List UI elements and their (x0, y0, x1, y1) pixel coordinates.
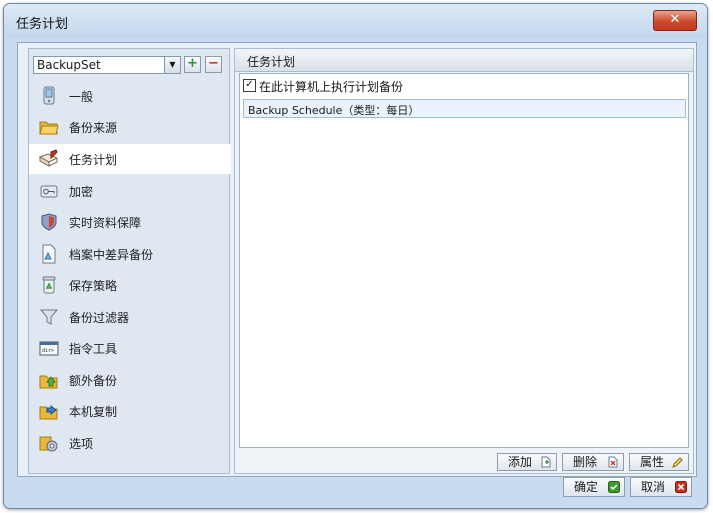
sidebar-item-label: 选项 (69, 437, 94, 451)
sidebar-item-label: 指令工具 (69, 342, 118, 356)
extra-backup-icon (39, 375, 58, 389)
local-copy-icon (39, 404, 58, 420)
sidebar-item-file-diff[interactable]: 档案中差异备份 (29, 239, 229, 269)
shield-icon (41, 213, 57, 231)
properties-button[interactable]: 属性 (629, 453, 689, 471)
sidebar-item-options[interactable]: 选项 (29, 428, 229, 458)
backup-set-value: BackupSet (37, 58, 101, 72)
sidebar-item-label: 本机复制 (69, 405, 118, 419)
properties-button-label: 属性 (640, 455, 665, 469)
remove-backup-set-button[interactable]: − (205, 56, 222, 73)
recycle-bin-icon (42, 276, 56, 294)
backup-set-dropdown[interactable]: BackupSet ▼ (33, 56, 181, 74)
dialog-window: 任务计划 ✕ BackupSet ▼ + − 一般 备份来源 任务计划 加密 实… (3, 3, 708, 509)
add-schedule-button[interactable]: 添加 (497, 453, 557, 471)
window-title: 任务计划 (16, 17, 69, 32)
schedule-panel: 任务计划 ✓ 在此计算机上执行计划备份 Backup Schedule（类型：每… (234, 48, 694, 474)
run-schedule-checkbox[interactable]: ✓ (243, 79, 256, 92)
folder-open-icon (39, 121, 59, 135)
sidebar-item-schedule[interactable]: 任务计划 (29, 144, 231, 174)
cancel-button[interactable]: 取消 (630, 477, 692, 497)
sidebar-item-command-tool[interactable]: dir> 指令工具 (29, 333, 229, 363)
sidebar-item-cdp[interactable]: 实时资料保障 (29, 207, 229, 237)
sidebar-item-label: 备份来源 (69, 121, 118, 135)
sidebar-item-filter[interactable]: 备份过滤器 (29, 302, 229, 332)
list-item[interactable]: Backup Schedule（类型：每日） (243, 99, 686, 118)
document-diff-icon (42, 244, 56, 264)
sidebar-item-label: 额外备份 (69, 374, 118, 388)
cancel-button-label: 取消 (641, 480, 666, 494)
sidebar-item-label: 档案中差异备份 (69, 248, 154, 262)
computer-icon (43, 86, 55, 105)
command-prompt-icon: dir> (39, 341, 59, 356)
sidebar-item-local-copy[interactable]: 本机复制 (29, 396, 229, 426)
schedule-content: ✓ 在此计算机上执行计划备份 Backup Schedule（类型：每日） (239, 73, 689, 448)
panel-header: 任务计划 (235, 49, 693, 72)
funnel-icon (39, 309, 59, 325)
ok-button-label: 确定 (574, 480, 599, 494)
ok-button[interactable]: 确定 (563, 477, 625, 497)
sidebar-item-backup-source[interactable]: 备份来源 (29, 112, 229, 142)
cancel-x-icon (675, 481, 687, 493)
title-bar: 任务计划 ✕ (4, 4, 707, 38)
delete-button-label: 删除 (573, 455, 598, 469)
add-document-icon (541, 456, 551, 468)
panel-title: 任务计划 (247, 55, 296, 69)
schedule-item-text: Backup Schedule（类型：每日） (248, 104, 420, 117)
sidebar-item-label: 加密 (69, 185, 94, 199)
sidebar-item-label: 任务计划 (69, 153, 118, 167)
sidebar-item-general[interactable]: 一般 (29, 81, 229, 111)
key-lock-icon (40, 185, 58, 198)
add-backup-set-button[interactable]: + (184, 56, 201, 73)
sidebar: BackupSet ▼ + − 一般 备份来源 任务计划 加密 实时资料保障 档… (28, 48, 231, 474)
delete-schedule-button[interactable]: 删除 (562, 453, 624, 471)
sidebar-item-label: 保存策略 (69, 279, 118, 293)
dialog-body: BackupSet ▼ + − 一般 备份来源 任务计划 加密 实时资料保障 档… (17, 42, 697, 477)
options-gear-icon (39, 436, 58, 452)
check-icon (608, 481, 620, 493)
sidebar-item-encryption[interactable]: 加密 (29, 176, 229, 206)
sidebar-item-label: 实时资料保障 (69, 216, 142, 230)
add-button-label: 添加 (508, 455, 533, 469)
sidebar-item-label: 备份过滤器 (69, 311, 130, 325)
schedule-list[interactable]: Backup Schedule（类型：每日） (243, 99, 686, 440)
close-button[interactable]: ✕ (653, 10, 697, 31)
run-schedule-label: 在此计算机上执行计划备份 (259, 80, 404, 94)
edit-pencil-icon (672, 457, 683, 468)
svg-text:dir>: dir> (42, 348, 54, 354)
delete-document-icon (608, 456, 618, 468)
sidebar-item-extra-backup[interactable]: 额外备份 (29, 365, 229, 395)
schedule-pen-icon (39, 149, 59, 167)
sidebar-item-retention[interactable]: 保存策略 (29, 270, 229, 300)
sidebar-item-label: 一般 (69, 90, 94, 104)
chevron-down-icon[interactable]: ▼ (164, 57, 180, 73)
